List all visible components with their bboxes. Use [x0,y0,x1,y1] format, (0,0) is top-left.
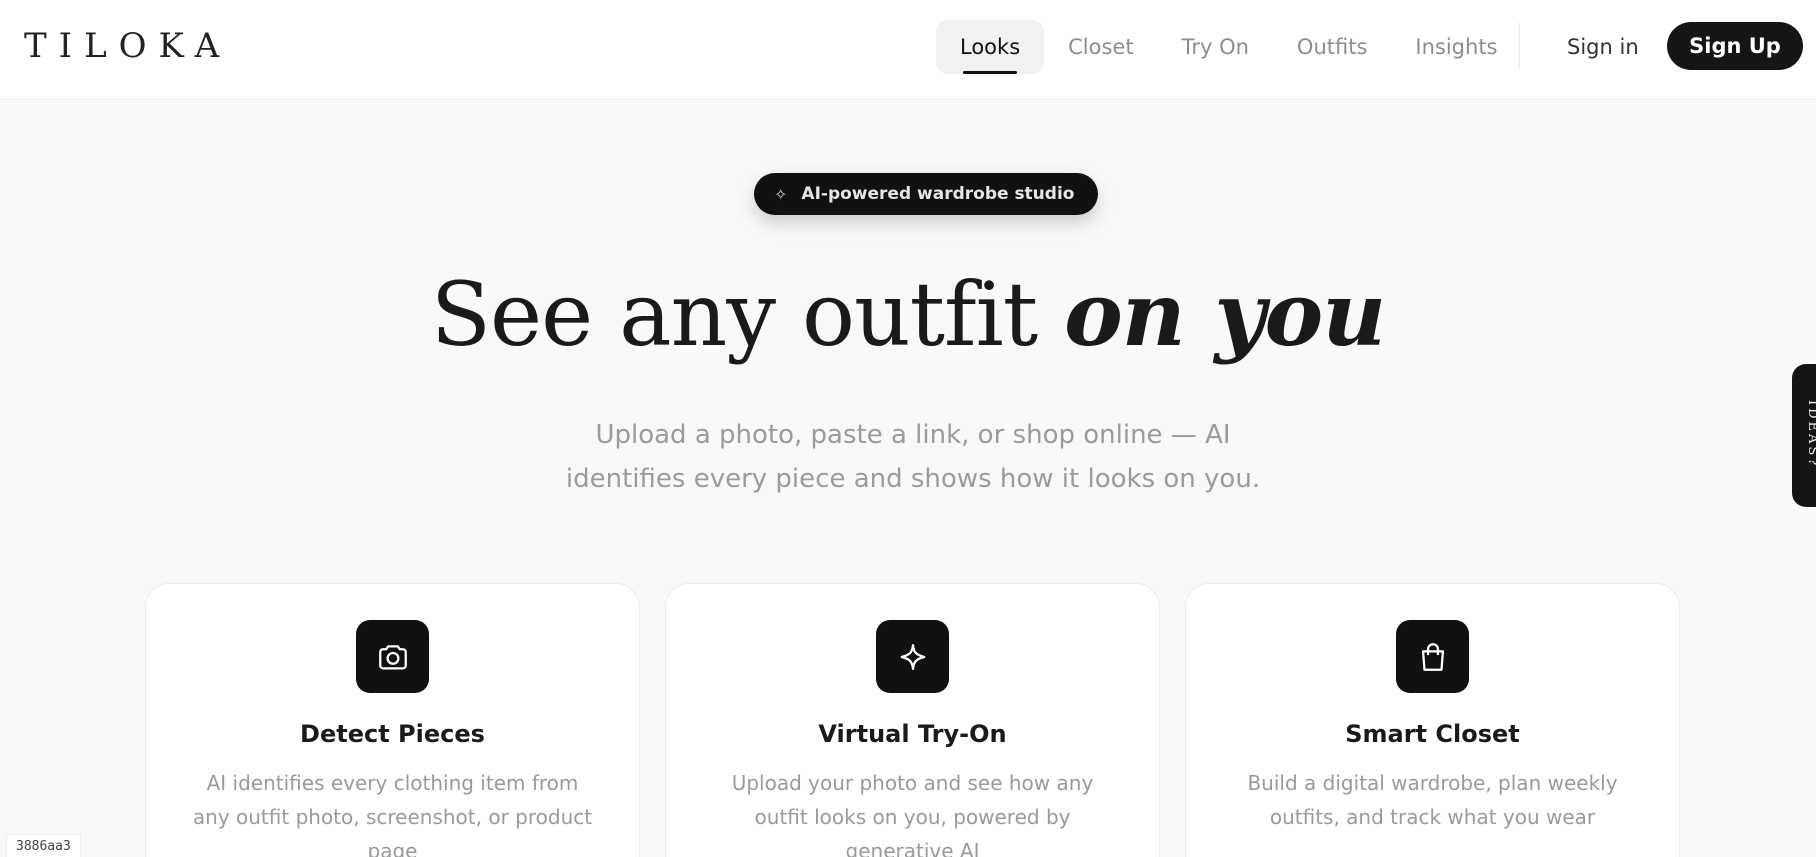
feature-card-virtual-try-on: Virtual Try-On Upload your photo and see… [665,583,1160,857]
nav-item-insights[interactable]: Insights [1391,20,1521,74]
logo[interactable]: TILOKA [24,26,231,66]
feature-card-smart-closet: Smart Closet Build a digital wardrobe, p… [1185,583,1680,857]
sign-up-button[interactable]: Sign Up [1667,22,1803,70]
feature-title: Smart Closet [1345,720,1520,748]
hero-title: See any outfit on you [0,262,1816,366]
sparkle-icon [876,620,949,693]
feature-title: Detect Pieces [300,720,485,748]
ai-badge: ✧ AI-powered wardrobe studio [754,173,1099,215]
badge-label: AI-powered wardrobe studio [801,184,1075,204]
camera-icon [356,620,429,693]
nav-item-closet[interactable]: Closet [1044,20,1157,74]
nav-item-try-on[interactable]: Try On [1158,20,1273,74]
feature-title: Virtual Try-On [818,720,1007,748]
nav-item-looks[interactable]: Looks [936,20,1045,74]
hero-title-emphasis: on you [1064,262,1386,366]
hero-title-plain: See any outfit [430,263,1038,366]
sparkle-icon: ✧ [774,184,788,204]
feature-description: Build a digital wardrobe, plan weekly ou… [1247,771,1618,829]
nav-divider [1519,23,1520,69]
shopping-bag-icon [1396,620,1469,693]
sign-in-link[interactable]: Sign in [1549,22,1657,72]
main-nav: Looks Closet Try On Outfits Insights [936,20,1522,74]
feature-description: Upload your photo and see how any outfit… [731,771,1094,857]
build-version-tag: 3886aa3 [6,834,81,857]
feature-card-detect-pieces: Detect Pieces AI identifies every clothi… [145,583,640,857]
hero-subtitle: Upload a photo, paste a link, or shop on… [565,420,1261,494]
nav-item-outfits[interactable]: Outfits [1273,20,1391,74]
ideas-side-tab-label[interactable]: IDEAS? [1805,400,1816,468]
top-navigation-bar: TILOKA Looks Closet Try On Outfits Insig… [0,0,1816,100]
feature-description: AI identifies every clothing item from a… [192,771,593,857]
